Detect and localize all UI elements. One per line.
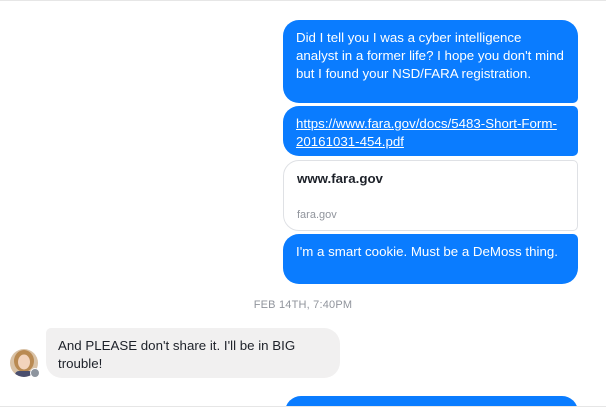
message-link[interactable]: https://www.fara.gov/docs/5483-Short-For… [296,116,557,149]
top-divider [0,0,606,1]
link-preview-card[interactable]: www.fara.gov fara.gov [283,160,578,231]
message-text: And PLEASE don't share it. I'll be in BI… [58,338,296,371]
link-preview-title: www.fara.gov [297,171,383,186]
link-preview-domain: fara.gov [297,209,337,221]
message-text: Did I tell you I was a cyber intelligenc… [296,30,564,81]
sent-message-bubble[interactable]: I'm a smart cookie. Must be a DeMoss thi… [283,234,578,284]
conversation-timestamp: FEB 14TH, 7:40PM [253,299,353,311]
received-message-bubble[interactable]: And PLEASE don't share it. I'll be in BI… [46,328,340,378]
messenger-badge-icon [30,368,40,378]
sent-message-bubble[interactable]: Did I tell you I was a cyber intelligenc… [283,20,578,103]
sent-link-bubble[interactable]: https://www.fara.gov/docs/5483-Short-For… [283,106,578,156]
message-text: I'm a smart cookie. Must be a DeMoss thi… [296,244,558,259]
